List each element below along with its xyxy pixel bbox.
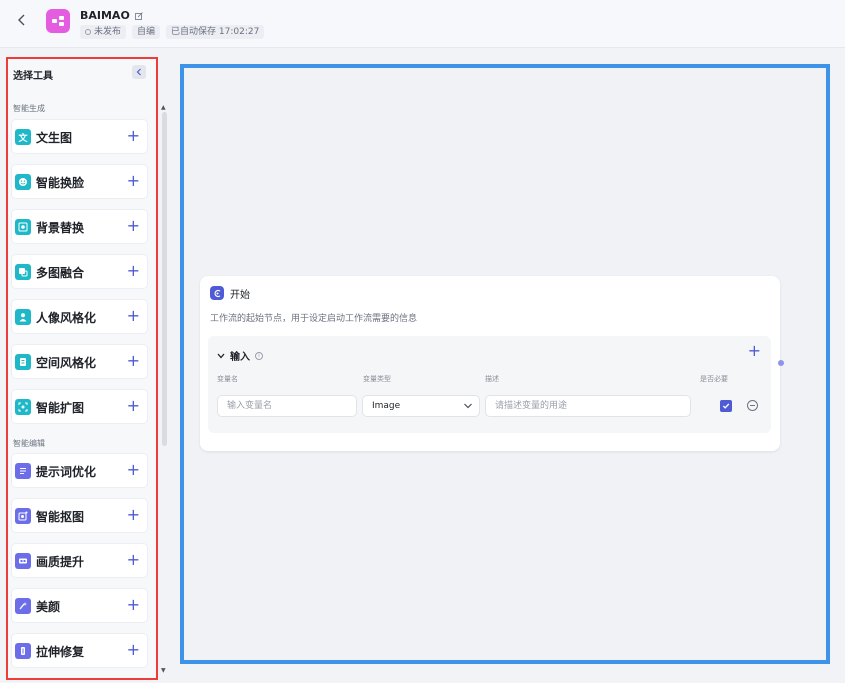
prompt-optimize-icon <box>15 463 31 479</box>
image-expand-icon <box>15 399 31 415</box>
scroll-down-icon[interactable]: ▼ <box>161 667 166 674</box>
tool-label: 智能抠图 <box>36 510 85 524</box>
tool-label: 提示词优化 <box>36 465 97 479</box>
tool-label: 拉伸修复 <box>36 645 85 659</box>
variable-type-select[interactable]: Image <box>362 395 480 417</box>
tool-item[interactable]: 背景替换 + <box>12 210 147 243</box>
tool-item[interactable]: 提示词优化 + <box>12 454 147 487</box>
start-node-icon <box>210 286 224 300</box>
node-title: 开始 <box>230 290 250 301</box>
image-merge-icon <box>15 264 31 280</box>
beauty-icon <box>15 598 31 614</box>
tool-item[interactable]: 拉伸修复 + <box>12 634 147 667</box>
add-variable-button[interactable]: + <box>748 341 761 360</box>
app-title: BAIMAO <box>80 9 143 22</box>
remove-variable-button[interactable] <box>747 400 758 411</box>
chevron-left-icon <box>18 14 25 26</box>
column-label-type: 变量类型 <box>363 375 391 383</box>
tool-label: 背景替换 <box>36 221 85 235</box>
tool-label: 多图融合 <box>36 266 85 280</box>
add-tool-icon[interactable]: + <box>127 171 140 191</box>
column-label-desc: 描述 <box>485 375 499 383</box>
mode-badge: 自编 <box>132 25 161 39</box>
workflow-canvas[interactable]: 开始 工作流的起始节点，用于设定启动工作流需要的信息 输入 i + 变量名 变量… <box>180 64 830 664</box>
scrollbar-thumb[interactable] <box>162 112 167 446</box>
input-section-header[interactable]: 输入 i <box>217 348 263 363</box>
tool-item[interactable]: 画质提升 + <box>12 544 147 577</box>
tool-item[interactable]: 智能换脸 + <box>12 165 147 198</box>
sidebar-scrollbar[interactable]: ▲ ▼ <box>160 104 168 674</box>
add-tool-icon[interactable]: + <box>127 306 140 326</box>
chevron-down-icon[interactable] <box>217 353 225 359</box>
tool-item[interactable]: 智能扩图 + <box>12 390 147 423</box>
column-label-name: 变量名 <box>217 375 238 383</box>
publish-status-badge: 未发布 <box>80 25 127 39</box>
sidebar-title: 选择工具 <box>13 71 53 82</box>
node-output-handle[interactable] <box>778 360 784 366</box>
scroll-up-icon[interactable]: ▲ <box>161 104 166 111</box>
top-header: BAIMAO 未发布 自编 已自动保存 17:02:27 <box>0 0 845 48</box>
portrait-style-icon <box>15 309 31 325</box>
tool-label: 智能换脸 <box>36 176 85 190</box>
add-tool-icon[interactable]: + <box>127 351 140 371</box>
section-title-edit: 智能编辑 <box>13 439 45 448</box>
input-panel: 输入 i + 变量名 变量类型 描述 是否必要 输入变量名 Image 请描述变… <box>208 336 771 433</box>
tool-label: 空间风格化 <box>36 356 97 370</box>
add-tool-icon[interactable]: + <box>127 261 140 281</box>
add-tool-icon[interactable]: + <box>127 460 140 480</box>
node-description: 工作流的起始节点，用于设定启动工作流需要的信息 <box>210 314 418 324</box>
add-tool-icon[interactable]: + <box>127 640 140 660</box>
tool-item[interactable]: 人像风格化 + <box>12 300 147 333</box>
add-tool-icon[interactable]: + <box>127 126 140 146</box>
tool-label: 美颜 <box>36 600 61 614</box>
tool-item[interactable]: 多图融合 + <box>12 255 147 288</box>
face-swap-icon <box>15 174 31 190</box>
add-tool-icon[interactable]: + <box>127 396 140 416</box>
variable-name-input[interactable]: 输入变量名 <box>217 395 357 417</box>
space-style-icon <box>15 354 31 370</box>
tool-item[interactable]: 文 文生图 + <box>12 120 147 153</box>
meta-row: 未发布 自编 已自动保存 17:02:27 <box>80 25 265 39</box>
tool-item[interactable]: 美颜 + <box>12 589 147 622</box>
chevron-left-icon <box>136 68 141 76</box>
app-title-text: BAIMAO <box>80 9 130 22</box>
tool-item[interactable]: 空间风格化 + <box>12 345 147 378</box>
variable-description-input[interactable]: 请描述变量的用途 <box>485 395 691 417</box>
chevron-down-icon <box>464 403 472 409</box>
add-tool-icon[interactable]: + <box>127 505 140 525</box>
stretch-repair-icon <box>15 643 31 659</box>
start-node[interactable]: 开始 工作流的起始节点，用于设定启动工作流需要的信息 输入 i + 变量名 变量… <box>200 276 780 451</box>
tool-label: 智能扩图 <box>36 401 85 415</box>
text-image-icon: 文 <box>15 129 31 145</box>
status-dot-icon <box>85 29 91 35</box>
add-tool-icon[interactable]: + <box>127 595 140 615</box>
edit-icon[interactable] <box>134 11 143 20</box>
collapse-sidebar-button[interactable] <box>132 65 146 79</box>
column-label-required: 是否必要 <box>700 375 728 383</box>
cutout-icon <box>15 508 31 524</box>
add-tool-icon[interactable]: + <box>127 550 140 570</box>
app-icon <box>46 9 70 33</box>
variable-type-value: Image <box>372 401 401 411</box>
required-checkbox[interactable] <box>720 400 732 412</box>
back-button[interactable] <box>12 10 32 30</box>
section-title-generate: 智能生成 <box>13 104 45 113</box>
tool-label: 人像风格化 <box>36 311 97 325</box>
add-tool-icon[interactable]: + <box>127 216 140 236</box>
minus-icon <box>750 405 755 406</box>
workflow-icon <box>52 16 64 26</box>
input-section-label: 输入 <box>230 352 250 363</box>
tool-label: 画质提升 <box>36 555 85 569</box>
background-replace-icon <box>15 219 31 235</box>
autosave-badge: 已自动保存 17:02:27 <box>166 25 265 39</box>
tool-label: 文生图 <box>36 131 73 145</box>
tool-item[interactable]: 智能抠图 + <box>12 499 147 532</box>
info-icon[interactable]: i <box>255 351 263 360</box>
quality-enhance-icon <box>15 553 31 569</box>
check-icon <box>722 403 730 409</box>
tool-sidebar: 选择工具 智能生成 文 文生图 + 智能换脸 + 背景替换 + 多图融合 + 人… <box>6 57 158 680</box>
